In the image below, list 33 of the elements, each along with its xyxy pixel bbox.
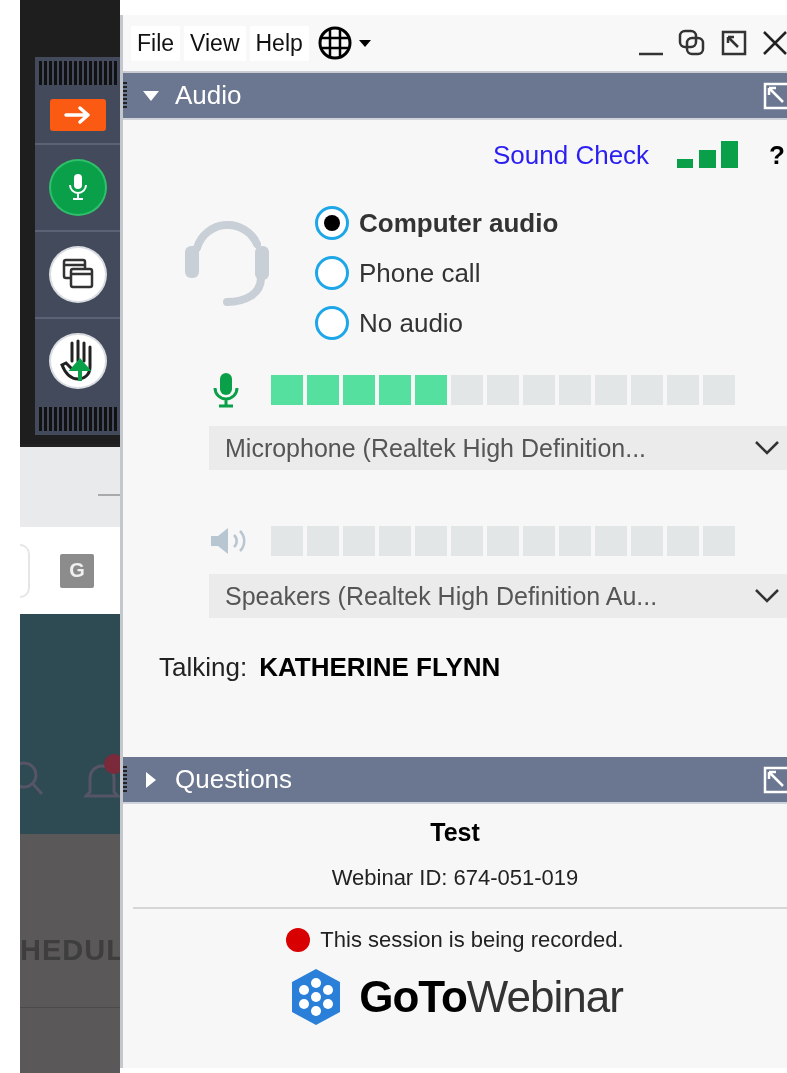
arrow-icon bbox=[62, 104, 93, 125]
talking-name: KATHERINE FLYNN bbox=[259, 652, 501, 683]
section-header[interactable]: Audio bbox=[123, 73, 787, 120]
menu-item[interactable]: View bbox=[184, 25, 246, 61]
speakers-dropdown[interactable]: Speakers (Realtek High Definition Au... bbox=[209, 574, 787, 618]
section-header[interactable]: Questions bbox=[123, 757, 787, 804]
grip-handle[interactable] bbox=[38, 61, 117, 85]
webinar-id: Webinar ID: 674-051-019 bbox=[331, 865, 579, 891]
session-title: Test bbox=[430, 818, 480, 847]
caret-icon bbox=[753, 587, 781, 605]
arrow-button[interactable] bbox=[49, 98, 106, 131]
menu-item[interactable]: Help bbox=[249, 25, 309, 61]
recording-dot-icon bbox=[286, 928, 311, 952]
microphone-icon bbox=[211, 372, 241, 408]
pop-out-icon[interactable] bbox=[763, 81, 787, 110]
audio-option-radio[interactable]: Phone call bbox=[315, 256, 559, 290]
recording-notice: This session is being recorded. bbox=[320, 927, 624, 953]
microphone-dropdown[interactable]: Microphone (Realtek High Definition... bbox=[209, 426, 787, 470]
pop-out-icon[interactable] bbox=[763, 765, 787, 794]
restore-icon[interactable] bbox=[677, 28, 707, 58]
microphone-icon bbox=[66, 172, 89, 203]
maximize-icon[interactable] bbox=[719, 28, 749, 58]
grip-handle[interactable] bbox=[38, 407, 117, 431]
signal-bars-icon bbox=[677, 141, 740, 169]
talking-label: Talking: bbox=[159, 652, 248, 683]
help-icon[interactable]: ? bbox=[769, 139, 785, 171]
menu-item[interactable]: File bbox=[131, 25, 181, 61]
logo-wordmark: GoToWebinar bbox=[359, 972, 623, 1022]
sound-check-link[interactable]: Sound Check bbox=[493, 139, 650, 171]
audio-option-radio[interactable]: Computer audio bbox=[315, 206, 559, 240]
circle-outline bbox=[20, 543, 30, 598]
audio-option-radio[interactable]: No audio bbox=[315, 306, 559, 340]
caret-icon bbox=[753, 439, 781, 457]
